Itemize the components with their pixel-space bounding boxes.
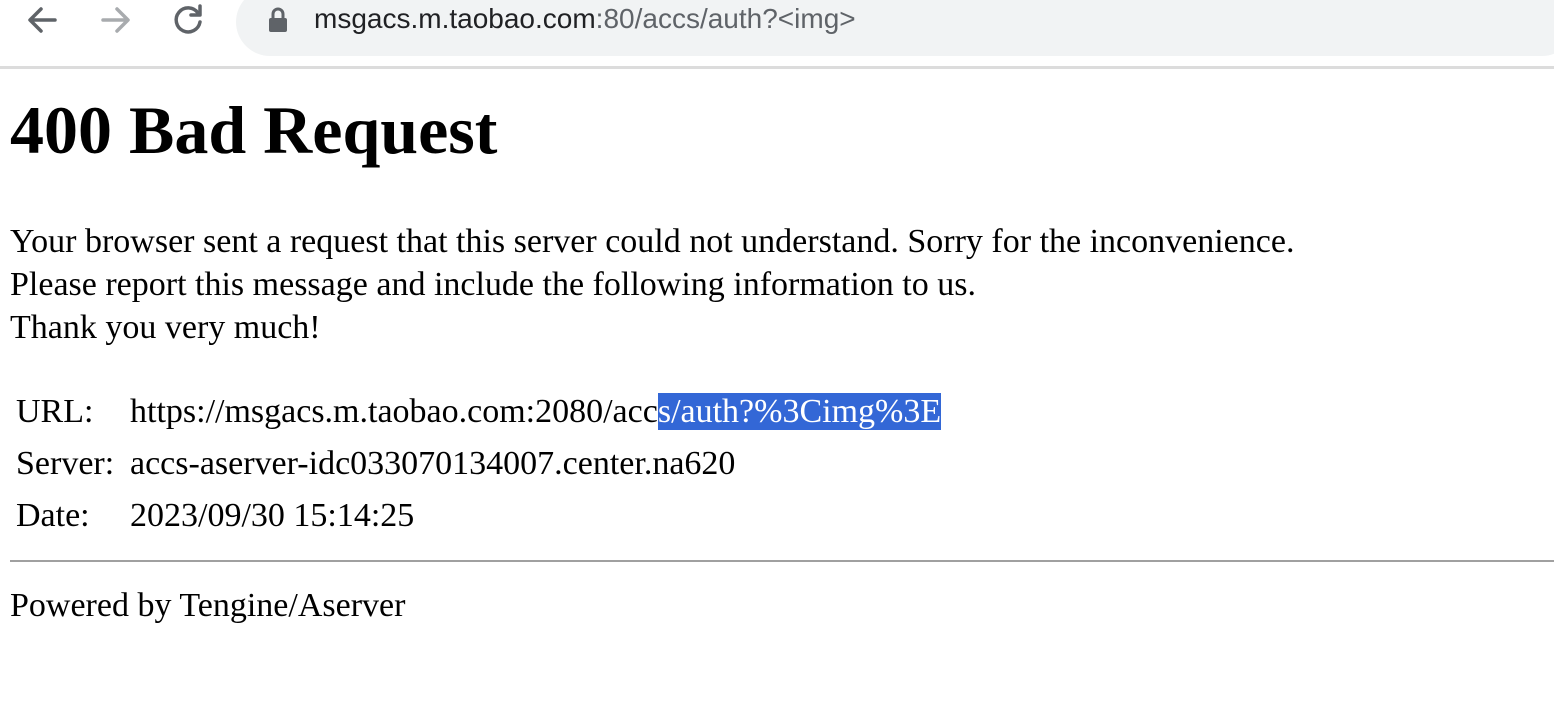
server-value: accs-aserver-idc033070134007.center.na62… [130,445,736,482]
address-bar-url[interactable]: msgacs.m.taobao.com:80/accs/auth?<img> [314,0,856,40]
date-value: 2023/09/30 15:14:25 [130,497,415,534]
info-row-server: Server: accs-aserver-idc033070134007.cen… [16,438,941,490]
url-value-selected: s/auth?%3Cimg%3E [657,393,942,430]
request-info-table: URL: https://msgacs.m.taobao.com:2080/ac… [16,386,942,542]
server-label: Server: [16,445,115,482]
info-row-date: Date: 2023/09/30 15:14:25 [16,490,941,542]
divider [10,560,1554,562]
url-value-unselected: https://msgacs.m.taobao.com:2080/acc [130,393,658,430]
page-title: 400 Bad Request [10,92,498,168]
url-host: msgacs.m.taobao.com [314,3,596,34]
info-row-url: URL: https://msgacs.m.taobao.com:2080/ac… [16,386,942,438]
url-path: :80/accs/auth?<img> [595,3,856,34]
browser-toolbar: msgacs.m.taobao.com:80/accs/auth?<img> [0,0,1554,69]
forward-button[interactable] [96,0,136,40]
back-button[interactable] [22,0,62,40]
url-value: https://msgacs.m.taobao.com:2080/accs/au… [130,386,942,438]
lock-icon[interactable] [266,6,290,34]
message-line: Please report this message and include t… [10,266,976,303]
message-line: Your browser sent a request that this se… [10,223,1295,260]
message-line: Thank you very much! [10,309,321,346]
reload-button[interactable] [168,0,208,40]
url-label: URL: [16,393,94,430]
arrow-left-icon [28,7,57,33]
reload-icon [174,4,202,34]
date-label: Date: [16,497,90,534]
error-message: Your browser sent a request that this se… [10,220,1294,349]
server-signature: Powered by Tengine/Aserver [10,587,406,624]
arrow-right-icon [101,7,130,33]
